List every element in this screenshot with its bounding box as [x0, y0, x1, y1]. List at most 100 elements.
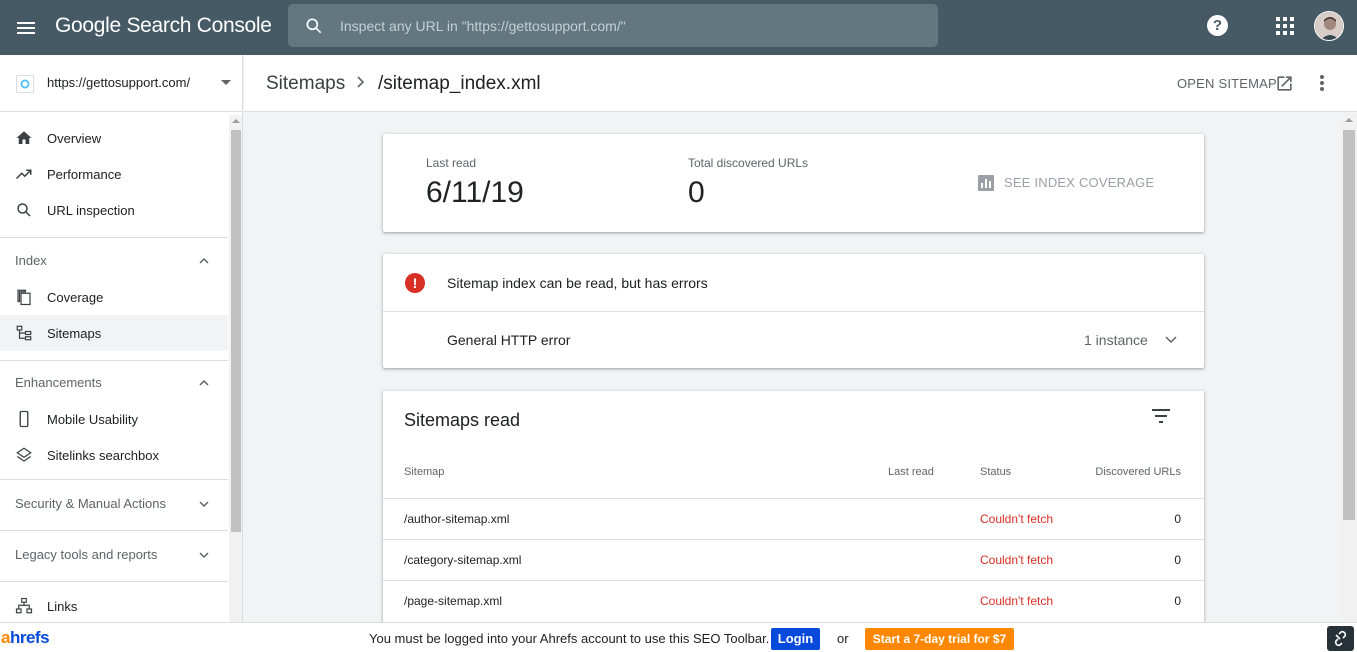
sitemap-name: /page-sitemap.xml — [404, 594, 503, 608]
column-header-status[interactable]: Status — [980, 466, 1011, 478]
sitemaps-read-card: Sitemaps read Sitemap Last read Status D… — [383, 391, 1204, 631]
table-row[interactable]: /author-sitemap.xml Couldn't fetch 0 — [383, 498, 1204, 539]
more-vert-icon[interactable] — [1314, 73, 1330, 93]
sitemap-status: Couldn't fetch — [980, 553, 1054, 567]
property-selector[interactable]: https://gettosupport.com/ — [0, 55, 242, 112]
column-header-discovered-urls[interactable]: Discovered URLs — [1095, 466, 1181, 478]
sidebar-item-label: Mobile Usability — [47, 412, 139, 427]
discovered-urls-label: Total discovered URLs — [688, 156, 809, 170]
caret-down-icon — [221, 80, 231, 85]
sidebar-nav: https://gettosupport.com/ Overview Perfo… — [0, 55, 243, 622]
table-title: Sitemaps read — [404, 410, 521, 430]
account-avatar[interactable] — [1314, 11, 1344, 41]
sidebar-item-mobile-usability[interactable]: Mobile Usability — [0, 401, 228, 437]
error-message: Sitemap index can be read, but has error… — [447, 275, 708, 291]
search-input[interactable] — [340, 4, 920, 47]
divider — [0, 581, 228, 582]
sitemap-discovered-urls: 0 — [1174, 553, 1181, 567]
sidebar-item-coverage[interactable]: Coverage — [0, 279, 228, 315]
section-label: Security & Manual Actions — [15, 496, 167, 511]
chevron-right-icon — [357, 76, 365, 88]
sitemap-tree-icon — [16, 325, 32, 341]
open-in-new-icon[interactable] — [1275, 74, 1294, 93]
divider — [0, 360, 228, 361]
table-row[interactable]: /page-sitemap.xml Couldn't fetch 0 — [383, 580, 1204, 621]
section-header-index[interactable]: Index — [0, 244, 228, 278]
main-scrollbar-thumb[interactable] — [1343, 130, 1355, 520]
sidebar-item-label: Sitemaps — [47, 326, 102, 341]
ahrefs-toolbar: ahrefs You must be logged into your Ahre… — [0, 622, 1357, 652]
ahrefs-logo[interactable]: ahrefs — [1, 628, 50, 648]
sidebar-item-label: URL inspection — [47, 203, 135, 218]
scroll-up-arrow-icon[interactable] — [1345, 118, 1353, 122]
section-label: Legacy tools and reports — [15, 547, 158, 562]
or-separator: or — [837, 631, 849, 646]
sidebar-item-label: Performance — [47, 167, 122, 182]
error-icon: ! — [405, 273, 425, 293]
page-header: Sitemaps /sitemap_index.xml OPEN SITEMAP — [244, 55, 1357, 112]
link-hierarchy-icon — [15, 597, 33, 614]
last-read-label: Last read — [426, 156, 477, 170]
sidebar-item-sitemaps[interactable]: Sitemaps — [0, 315, 228, 351]
sidebar-item-performance[interactable]: Performance — [0, 156, 228, 192]
scroll-up-arrow-icon[interactable] — [232, 119, 240, 123]
sitemap-summary-card: Last read 6/11/19 Total discovered URLs … — [383, 134, 1204, 232]
last-read-value: 6/11/19 — [426, 176, 524, 209]
sidebar-item-url-inspection[interactable]: URL inspection — [0, 192, 228, 228]
trending-up-icon — [15, 169, 32, 180]
table-row[interactable]: /category-sitemap.xml Couldn't fetch 0 — [383, 539, 1204, 580]
sitemap-status: Couldn't fetch — [980, 594, 1054, 608]
section-header-security[interactable]: Security & Manual Actions — [0, 487, 228, 521]
menu-icon[interactable] — [14, 16, 38, 40]
section-label: Enhancements — [15, 375, 102, 390]
apps-grid-icon[interactable] — [1276, 17, 1294, 35]
sitemap-status: Couldn't fetch — [980, 512, 1054, 526]
divider — [0, 530, 228, 531]
bar-chart-icon — [978, 175, 994, 191]
chevron-up-icon — [199, 379, 209, 386]
sitemap-name: /category-sitemap.xml — [404, 553, 522, 567]
chevron-down-icon — [199, 552, 209, 559]
column-header-last-read[interactable]: Last read — [888, 466, 934, 478]
search-icon — [306, 18, 322, 34]
sitemap-discovered-urls: 0 — [1174, 512, 1181, 526]
sitemap-name: /author-sitemap.xml — [404, 512, 510, 526]
app-title[interactable]: Google Search Console — [55, 14, 272, 38]
error-detail-row[interactable]: General HTTP error 1 instance — [383, 312, 1204, 368]
sidebar-item-label: Sitelinks searchbox — [47, 448, 159, 463]
ahrefs-link-icon[interactable] — [1327, 626, 1354, 651]
property-url: https://gettosupport.com/ — [47, 75, 191, 90]
column-header-sitemap[interactable]: Sitemap — [404, 466, 444, 478]
property-favicon-icon — [16, 75, 34, 93]
smartphone-icon — [19, 410, 29, 428]
section-header-legacy[interactable]: Legacy tools and reports — [0, 538, 228, 572]
divider — [0, 237, 228, 238]
layers-icon — [16, 447, 32, 462]
filter-list-icon[interactable] — [1151, 408, 1171, 424]
sidebar-item-label: Coverage — [47, 290, 104, 305]
help-icon[interactable]: ? — [1207, 15, 1228, 36]
sidebar-scrollbar-thumb[interactable] — [231, 130, 241, 532]
chevron-up-icon — [199, 257, 209, 264]
sidebar-item-label: Overview — [47, 131, 102, 146]
chevron-down-icon — [199, 501, 209, 508]
sidebar-item-label: Links — [47, 599, 78, 614]
sidebar-item-sitelinks-searchbox[interactable]: Sitelinks searchbox — [0, 437, 228, 473]
sidebar-item-overview[interactable]: Overview — [0, 120, 228, 156]
discovered-urls-value: 0 — [688, 176, 705, 209]
see-index-coverage-button[interactable]: SEE INDEX COVERAGE — [1004, 175, 1154, 190]
error-instance-count: 1 instance — [1084, 332, 1148, 348]
open-sitemap-button[interactable]: OPEN SITEMAP — [1177, 76, 1277, 91]
ahrefs-login-message: You must be logged into your Ahrefs acco… — [369, 631, 770, 646]
copy-pages-icon — [17, 289, 31, 306]
ahrefs-login-button[interactable]: Login — [771, 628, 820, 650]
top-app-bar: Google Search Console ? — [0, 0, 1357, 55]
url-inspection-searchbox[interactable] — [288, 4, 938, 47]
ahrefs-trial-button[interactable]: Start a 7-day trial for $7 — [865, 628, 1014, 650]
sidebar-item-links[interactable]: Links — [0, 588, 228, 622]
section-header-enhancements[interactable]: Enhancements — [0, 366, 228, 400]
chevron-down-icon — [1165, 336, 1177, 344]
sitemap-discovered-urls: 0 — [1174, 594, 1181, 608]
breadcrumb-sitemaps[interactable]: Sitemaps — [266, 73, 345, 95]
breadcrumb-current: /sitemap_index.xml — [378, 73, 541, 94]
